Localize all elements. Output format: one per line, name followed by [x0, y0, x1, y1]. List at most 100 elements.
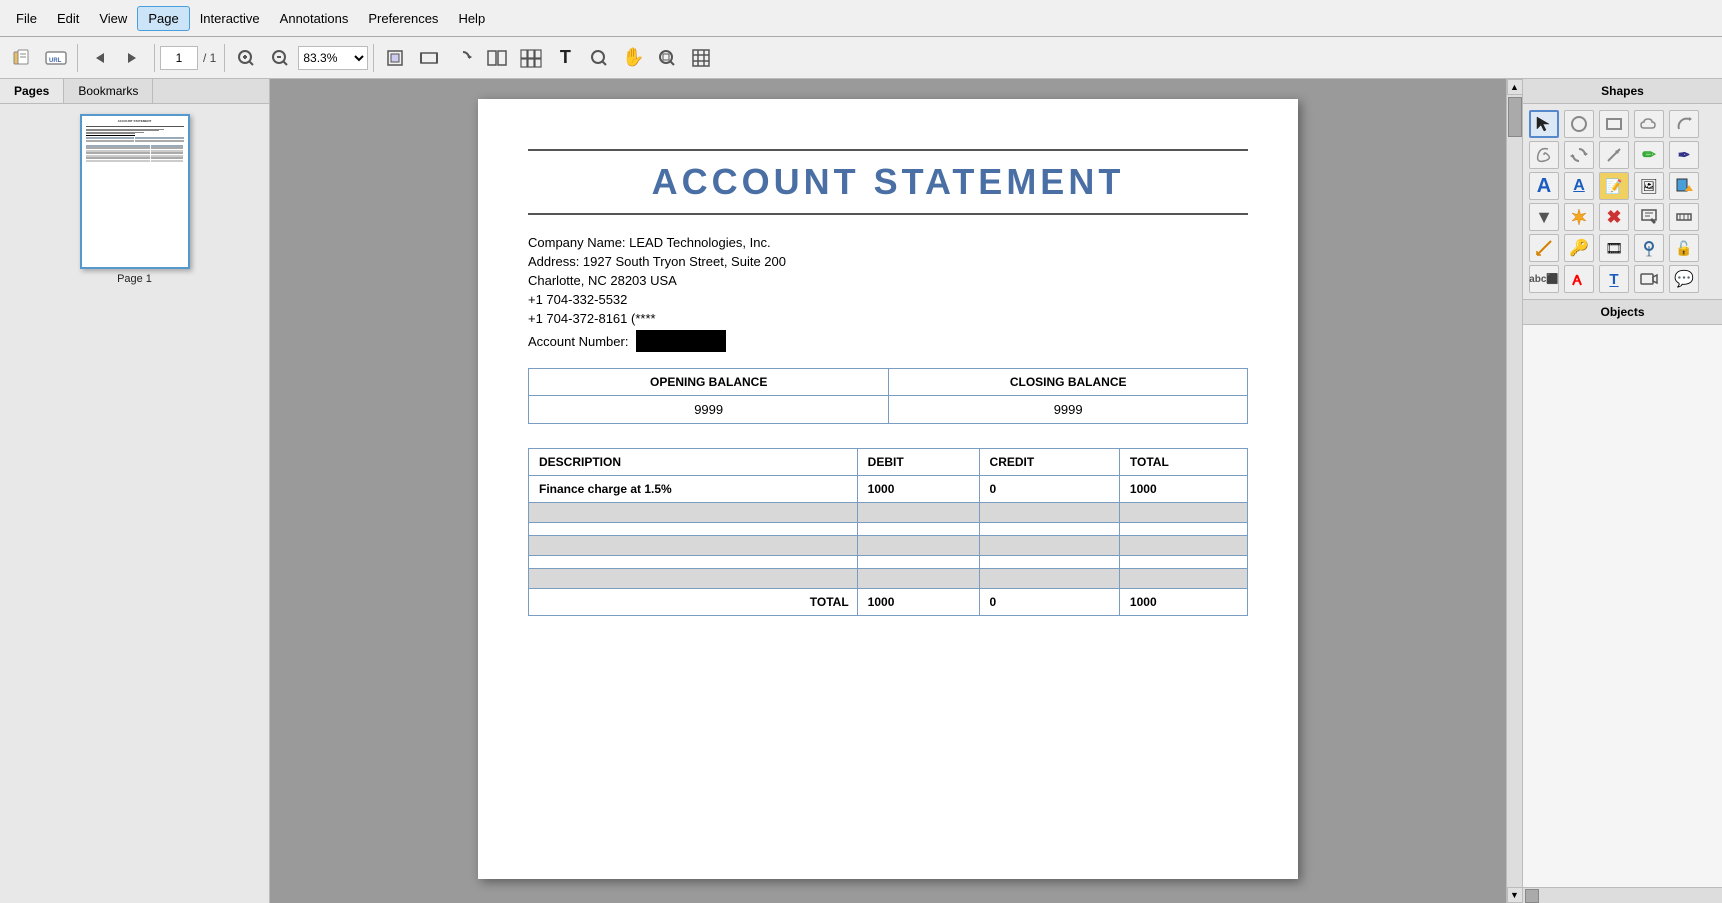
circle-tool-button[interactable]	[1564, 110, 1594, 138]
table-row	[529, 569, 1248, 589]
fit-page-button[interactable]	[379, 42, 411, 74]
title-divider	[528, 213, 1248, 215]
pointer-tool-button[interactable]: 🔑	[1564, 234, 1594, 262]
format-text-button[interactable]	[1564, 265, 1594, 293]
row6-desc	[529, 569, 858, 589]
pencil-tool-button[interactable]: ✏	[1634, 141, 1664, 169]
burst-tool-button[interactable]	[1564, 203, 1594, 231]
shapes-panel-header: Shapes	[1523, 79, 1722, 104]
open-file-button[interactable]	[6, 42, 38, 74]
arrow-tool-button[interactable]	[1599, 141, 1629, 169]
forward-button[interactable]	[117, 42, 149, 74]
select-text-button[interactable]: T	[549, 42, 581, 74]
sep4	[373, 44, 374, 72]
row4-total	[1119, 536, 1247, 556]
rect-tool-button[interactable]	[1599, 110, 1629, 138]
zoom-out-button[interactable]	[264, 42, 296, 74]
fit-width-button[interactable]	[413, 42, 445, 74]
row2-total	[1119, 503, 1247, 523]
cloud-tool-button[interactable]	[1634, 110, 1664, 138]
thumbnail-label: Page 1	[117, 273, 152, 285]
table-row	[529, 503, 1248, 523]
dropdown-btn[interactable]: ▼	[1529, 203, 1559, 231]
film2-tool-button[interactable]	[1634, 265, 1664, 293]
arc-tool-button[interactable]	[1669, 110, 1699, 138]
col-total: TOTAL	[1119, 449, 1247, 476]
table-row	[529, 523, 1248, 536]
row4-debit	[857, 536, 979, 556]
row5-total	[1119, 556, 1247, 569]
row1-desc: Finance charge at 1.5%	[529, 476, 858, 503]
row2-debit	[857, 503, 979, 523]
menu-interactive[interactable]: Interactive	[190, 7, 270, 30]
rotate-cw-button[interactable]	[447, 42, 479, 74]
measure-tool-button[interactable]	[1669, 203, 1699, 231]
select-tool-button[interactable]	[1529, 110, 1559, 138]
row1-total: 1000	[1119, 476, 1247, 503]
multi-page-button[interactable]	[515, 42, 547, 74]
sep2	[154, 44, 155, 72]
page-total-label: / 1	[200, 51, 219, 65]
cross-tool-button[interactable]: ✖	[1599, 203, 1629, 231]
grid-button[interactable]	[685, 42, 717, 74]
menu-view[interactable]: View	[89, 7, 137, 30]
account-number-label: Account Number:	[528, 334, 628, 349]
row3-desc	[529, 523, 858, 536]
col-credit: CREDIT	[979, 449, 1119, 476]
location-tool-button[interactable]	[1634, 234, 1664, 262]
menu-preferences[interactable]: Preferences	[358, 7, 448, 30]
row6-credit	[979, 569, 1119, 589]
rotate-tool-button[interactable]	[1564, 141, 1594, 169]
loupe-button[interactable]	[583, 42, 615, 74]
ruler-tool-button[interactable]	[1529, 234, 1559, 262]
scroll-down-arrow[interactable]: ▼	[1507, 887, 1523, 903]
phone1: +1 704-332-5532	[528, 292, 1248, 307]
spiral-tool-button[interactable]	[1529, 141, 1559, 169]
image-stamp-button[interactable]: 🖼	[1634, 172, 1664, 200]
table-row	[529, 556, 1248, 569]
text-color-button[interactable]: A	[1564, 172, 1594, 200]
two-page-button[interactable]	[481, 42, 513, 74]
thumbnail-page1[interactable]: ACCOUNT STATEMENT	[80, 114, 190, 285]
menu-annotations[interactable]: Annotations	[270, 7, 359, 30]
sticky-note-button[interactable]: 📝	[1599, 172, 1629, 200]
fill-color-button[interactable]	[1669, 172, 1699, 200]
objects-panel-header: Objects	[1523, 300, 1722, 325]
abc-tool-button[interactable]: abc⬛	[1529, 265, 1559, 293]
edit-tool-button[interactable]	[1634, 203, 1664, 231]
text3-button[interactable]: T	[1599, 265, 1629, 293]
text-large-button[interactable]: A	[1529, 172, 1559, 200]
open-url-button[interactable]: URL	[40, 42, 72, 74]
menu-file[interactable]: File	[6, 7, 47, 30]
zoom-area-button[interactable]	[651, 42, 683, 74]
zoom-in-button[interactable]	[230, 42, 262, 74]
menu-edit[interactable]: Edit	[47, 7, 89, 30]
total-label: TOTAL	[529, 589, 858, 616]
lock-tool-button[interactable]: 🔓	[1669, 234, 1699, 262]
h-scroll-thumb[interactable]	[1525, 889, 1539, 903]
table-row: Finance charge at 1.5% 1000 0 1000	[529, 476, 1248, 503]
horizontal-scrollbar[interactable]	[1523, 887, 1722, 903]
right-panel: Shapes	[1522, 79, 1722, 903]
menu-help[interactable]: Help	[448, 7, 495, 30]
vertical-scrollbar[interactable]: ▲ ▼	[1506, 79, 1522, 903]
pen-tool-button[interactable]: ✒	[1669, 141, 1699, 169]
zoom-select[interactable]: 83.3% 50% 75% 100% 125% 150%	[298, 46, 368, 70]
tab-pages[interactable]: Pages	[0, 79, 64, 103]
address2: Charlotte, NC 28203 USA	[528, 273, 1248, 288]
left-panel: Pages Bookmarks ACCOUNT STATEMENT	[0, 79, 270, 903]
film-tool-button[interactable]: 🎞	[1599, 234, 1629, 262]
pan-button[interactable]: ✋	[617, 42, 649, 74]
document-viewer[interactable]: ACCOUNT STATEMENT Company Name: LEAD Tec…	[270, 79, 1506, 903]
back-button[interactable]	[83, 42, 115, 74]
scroll-up-arrow[interactable]: ▲	[1507, 79, 1523, 95]
row1-credit: 0	[979, 476, 1119, 503]
page-number-input[interactable]	[160, 46, 198, 70]
scroll-thumb[interactable]	[1508, 97, 1522, 137]
menu-page[interactable]: Page	[137, 6, 189, 31]
tab-bookmarks[interactable]: Bookmarks	[64, 79, 153, 103]
row3-credit	[979, 523, 1119, 536]
toolbar: URL / 1 83.3% 50% 75% 100% 125% 150% T	[0, 37, 1722, 79]
callout-tool-button[interactable]: 💬	[1669, 265, 1699, 293]
sep3	[224, 44, 225, 72]
